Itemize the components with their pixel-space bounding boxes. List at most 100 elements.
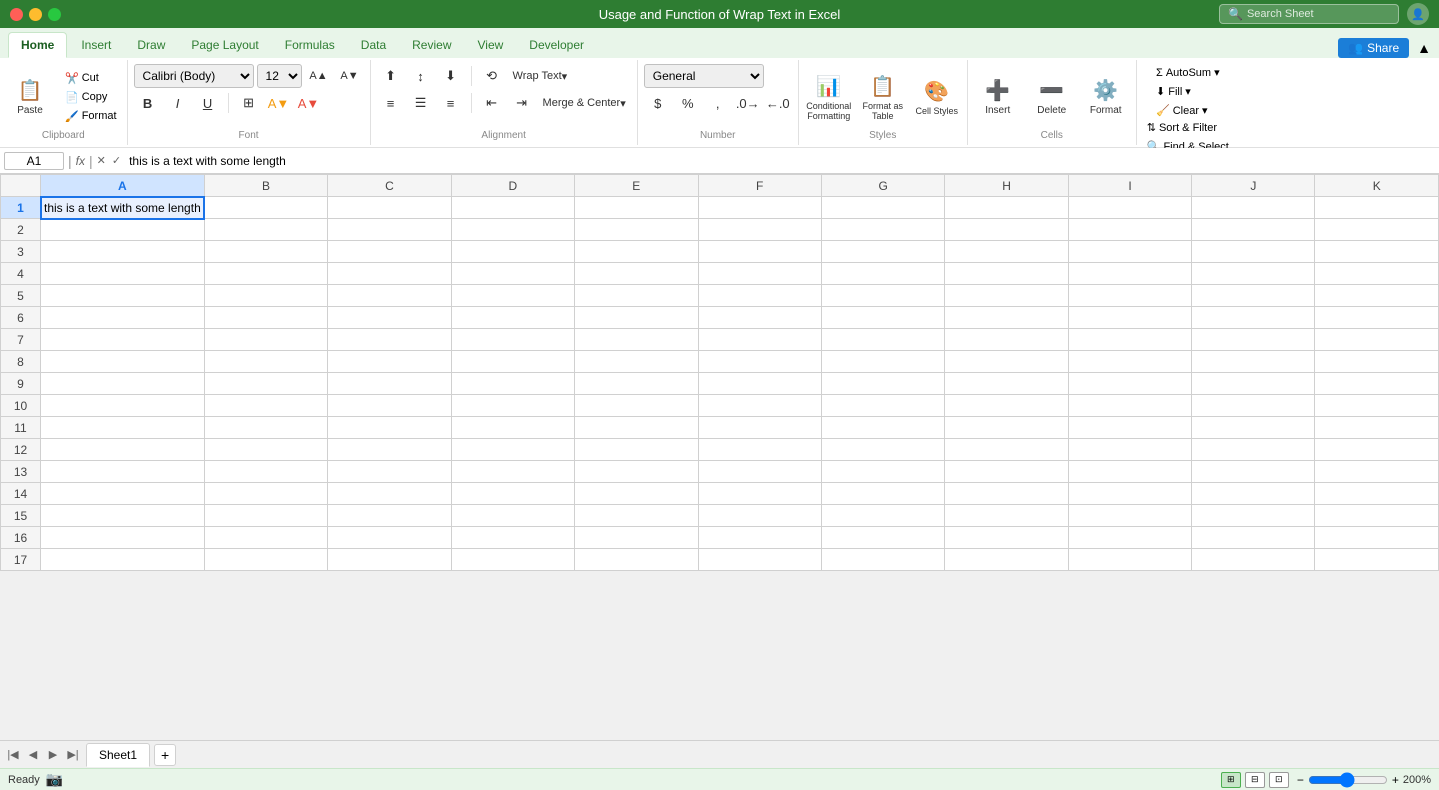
cell-D14[interactable] (451, 483, 574, 505)
cell-A9[interactable] (41, 373, 205, 395)
minimize-button[interactable] (29, 8, 42, 21)
cell-I6[interactable] (1068, 307, 1191, 329)
cell-K12[interactable] (1315, 439, 1439, 461)
cell-E16[interactable] (575, 527, 698, 549)
increase-decimal-button[interactable]: .0→ (734, 91, 762, 115)
cell-F10[interactable] (698, 395, 821, 417)
cell-C14[interactable] (328, 483, 451, 505)
cell-C2[interactable] (328, 219, 451, 241)
cell-G5[interactable] (821, 285, 945, 307)
cell-F1[interactable] (698, 197, 821, 219)
cell-F16[interactable] (698, 527, 821, 549)
cell-B7[interactable] (204, 329, 327, 351)
cell-H3[interactable] (945, 241, 1068, 263)
merge-center-button[interactable]: Merge & Center ▾ (538, 91, 631, 115)
col-header-A[interactable]: A (41, 175, 205, 197)
cell-H13[interactable] (945, 461, 1068, 483)
share-button[interactable]: 👥 Share (1338, 38, 1409, 58)
col-header-D[interactable]: D (451, 175, 574, 197)
tab-data[interactable]: Data (349, 32, 398, 58)
row-header-5[interactable]: 5 (1, 285, 41, 307)
underline-button[interactable]: U (194, 91, 222, 115)
comma-button[interactable]: , (704, 91, 732, 115)
cell-A6[interactable] (41, 307, 205, 329)
cell-C1[interactable] (328, 197, 451, 219)
zoom-out-button[interactable]: − (1297, 773, 1304, 787)
formula-input[interactable] (125, 154, 1435, 168)
cell-A1[interactable]: this is a text with some length (41, 197, 205, 219)
row-header-14[interactable]: 14 (1, 483, 41, 505)
decrease-font-button[interactable]: A▼ (336, 64, 364, 88)
cell-F7[interactable] (698, 329, 821, 351)
cell-D9[interactable] (451, 373, 574, 395)
cell-H16[interactable] (945, 527, 1068, 549)
cell-K7[interactable] (1315, 329, 1439, 351)
cell-H5[interactable] (945, 285, 1068, 307)
cell-G10[interactable] (821, 395, 945, 417)
cell-D7[interactable] (451, 329, 574, 351)
cell-H8[interactable] (945, 351, 1068, 373)
col-header-K[interactable]: K (1315, 175, 1439, 197)
align-bottom-button[interactable]: ⬇ (437, 64, 465, 88)
font-color-button[interactable]: A▼ (295, 91, 323, 115)
cell-I15[interactable] (1068, 505, 1191, 527)
cell-J12[interactable] (1192, 439, 1315, 461)
cell-D17[interactable] (451, 549, 574, 571)
row-header-12[interactable]: 12 (1, 439, 41, 461)
cell-J4[interactable] (1192, 263, 1315, 285)
cell-K14[interactable] (1315, 483, 1439, 505)
cell-E1[interactable] (575, 197, 698, 219)
align-center-button[interactable]: ☰ (407, 91, 435, 115)
window-controls[interactable] (10, 8, 61, 21)
cell-K3[interactable] (1315, 241, 1439, 263)
row-header-4[interactable]: 4 (1, 263, 41, 285)
align-left-button[interactable]: ≡ (377, 91, 405, 115)
cell-I9[interactable] (1068, 373, 1191, 395)
page-layout-view-button[interactable]: ⊟ (1245, 772, 1265, 788)
cell-I1[interactable] (1068, 197, 1191, 219)
tab-developer[interactable]: Developer (517, 32, 596, 58)
cell-J7[interactable] (1192, 329, 1315, 351)
cell-K8[interactable] (1315, 351, 1439, 373)
close-button[interactable] (10, 8, 23, 21)
sort-filter-button[interactable]: ⇅ Sort & Filter (1143, 119, 1233, 136)
cell-I4[interactable] (1068, 263, 1191, 285)
cell-E4[interactable] (575, 263, 698, 285)
text-direction-button[interactable]: ⟲ (478, 64, 506, 88)
cell-F14[interactable] (698, 483, 821, 505)
sheet-nav-prev[interactable]: ◀ (24, 746, 42, 764)
cell-D12[interactable] (451, 439, 574, 461)
row-header-16[interactable]: 16 (1, 527, 41, 549)
cell-J6[interactable] (1192, 307, 1315, 329)
percent-button[interactable]: % (674, 91, 702, 115)
cell-F15[interactable] (698, 505, 821, 527)
row-header-17[interactable]: 17 (1, 549, 41, 571)
fill-color-button[interactable]: A▼ (265, 91, 293, 115)
align-top-button[interactable]: ⬆ (377, 64, 405, 88)
cell-I10[interactable] (1068, 395, 1191, 417)
cell-G17[interactable] (821, 549, 945, 571)
col-header-G[interactable]: G (821, 175, 945, 197)
cell-H6[interactable] (945, 307, 1068, 329)
cell-A12[interactable] (41, 439, 205, 461)
cell-F4[interactable] (698, 263, 821, 285)
cell-F6[interactable] (698, 307, 821, 329)
cell-C15[interactable] (328, 505, 451, 527)
conditional-formatting-button[interactable]: 📊 Conditional Formatting (805, 69, 853, 125)
cell-D6[interactable] (451, 307, 574, 329)
cell-D15[interactable] (451, 505, 574, 527)
cell-G15[interactable] (821, 505, 945, 527)
sheet-tab-sheet1[interactable]: Sheet1 (86, 743, 150, 767)
row-header-9[interactable]: 9 (1, 373, 41, 395)
cell-K9[interactable] (1315, 373, 1439, 395)
accounting-format-button[interactable]: $ (644, 91, 672, 115)
italic-button[interactable]: I (164, 91, 192, 115)
cell-E6[interactable] (575, 307, 698, 329)
row-header-11[interactable]: 11 (1, 417, 41, 439)
page-break-view-button[interactable]: ⊡ (1269, 772, 1289, 788)
cell-I13[interactable] (1068, 461, 1191, 483)
delete-button[interactable]: ➖ Delete (1028, 69, 1076, 125)
cell-E2[interactable] (575, 219, 698, 241)
cell-A7[interactable] (41, 329, 205, 351)
cell-H11[interactable] (945, 417, 1068, 439)
